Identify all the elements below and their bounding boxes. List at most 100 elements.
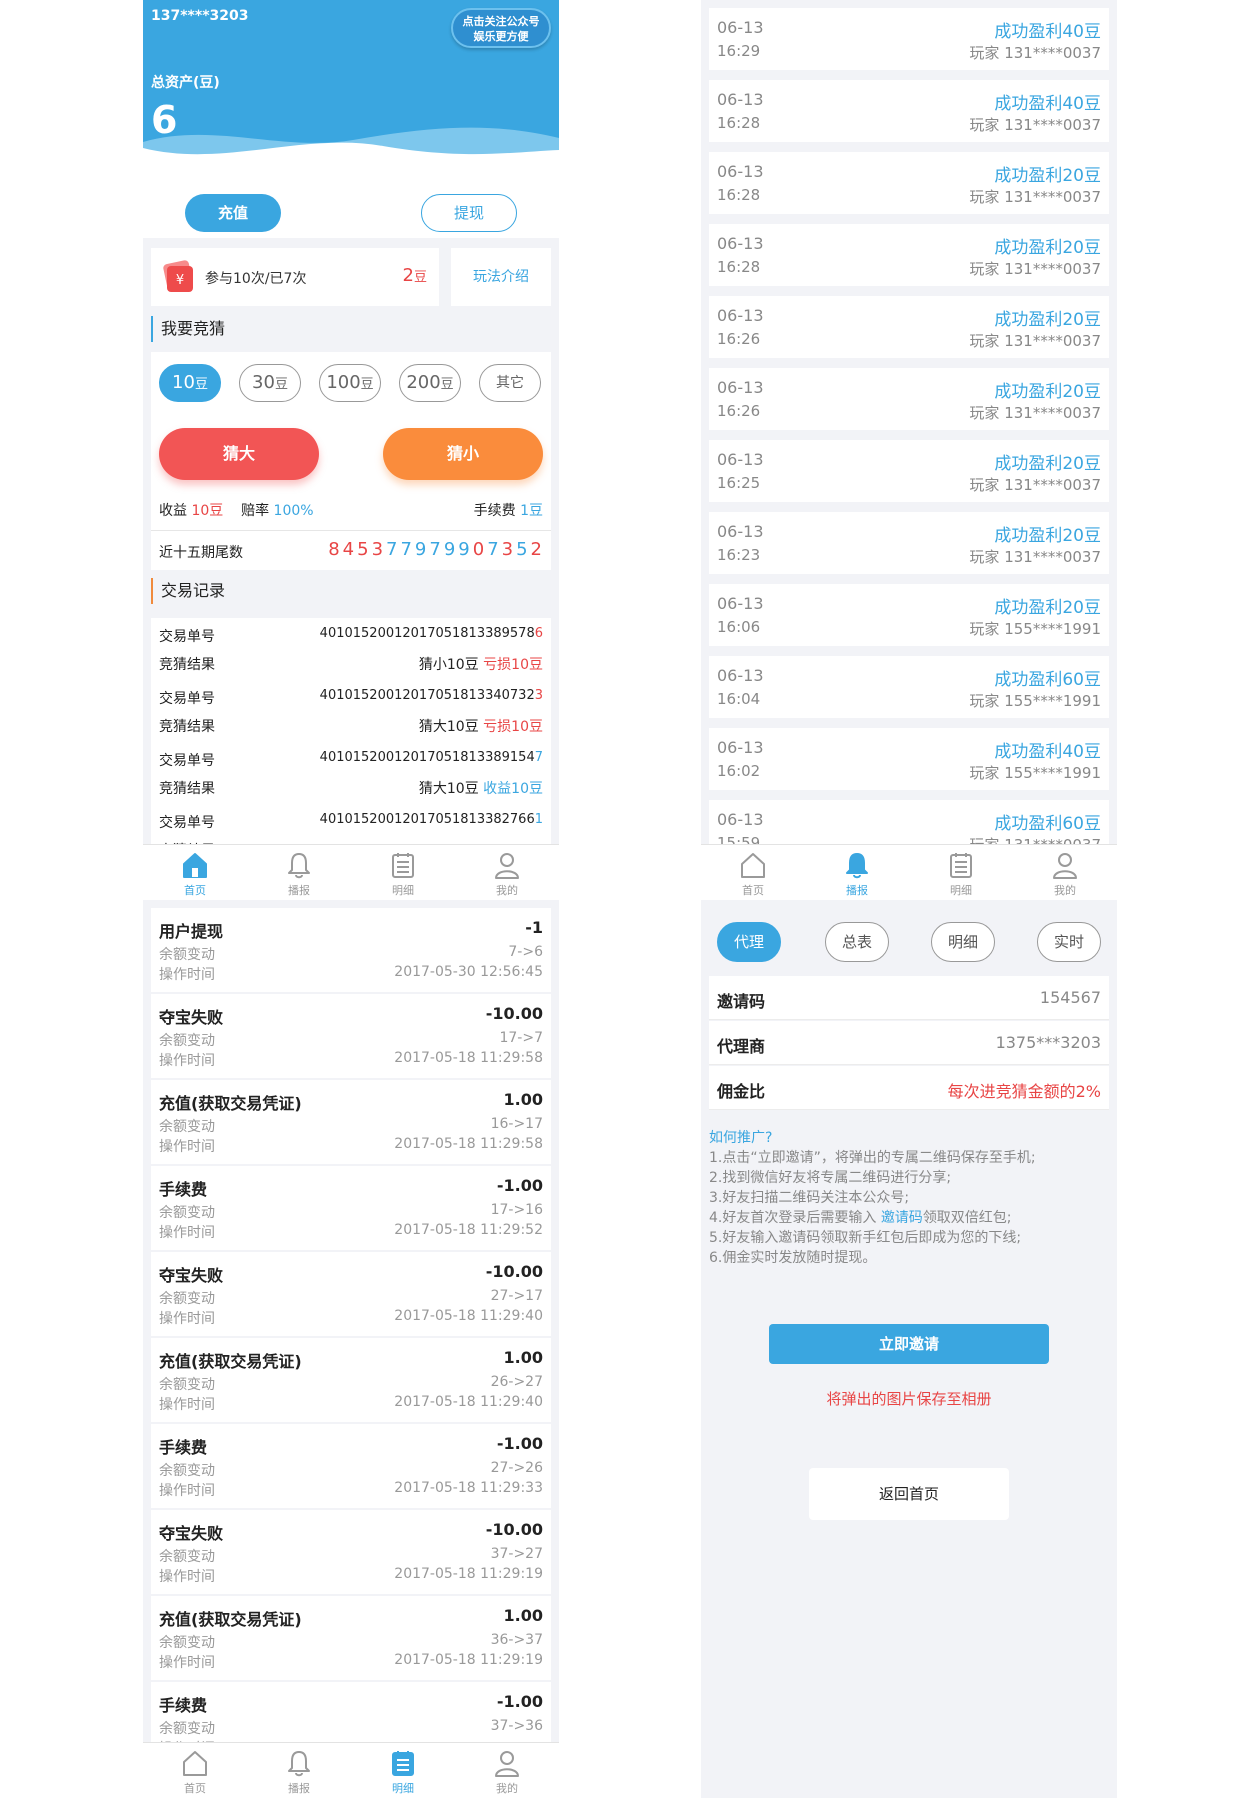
broadcast-date: 06-13 (717, 306, 764, 325)
withdraw-button[interactable]: 提现 (421, 194, 517, 232)
rules-link[interactable]: 玩法介绍 (451, 248, 551, 306)
home-screen: 137****3203 点击关注公众号 娱乐更方便 总资产(豆) 6 充值 提现… (143, 0, 559, 900)
guess-small-button[interactable]: 猜小 (383, 428, 543, 480)
list-icon (950, 853, 972, 878)
total-asset-value: 6 (151, 98, 178, 142)
record-time-label: 操作时间 (159, 1569, 215, 1585)
tab-summary[interactable]: 总表 (825, 922, 889, 962)
nav-item-home[interactable]: 首页 (143, 845, 247, 900)
record-time: 2017-05-30 12:56:45 (394, 964, 543, 980)
nav-item-user[interactable]: 我的 (1013, 845, 1117, 900)
nav-item-list[interactable]: 明细 (351, 1743, 455, 1798)
invite-now-button[interactable]: 立即邀请 (769, 1324, 1049, 1364)
fee-info: 手续费 1豆 (473, 503, 543, 519)
record-time-label: 操作时间 (159, 1225, 215, 1241)
detail-record: 夺宝失败 -10.00 余额变动 17->7 操作时间 2017-05-18 11:29:… (151, 994, 551, 1078)
broadcast-win: 成功盈利20豆 (994, 526, 1101, 546)
tail-digit: 7 (400, 539, 415, 560)
nav-item-list[interactable]: 明细 (909, 845, 1013, 900)
trade-order-last: 7 (534, 750, 543, 765)
nav-label: 明细 (392, 1782, 414, 1795)
broadcast-time: 16:25 (717, 474, 761, 492)
nav-item-user[interactable]: 我的 (455, 1743, 559, 1798)
bet-panel: 10豆 30豆 100豆 200豆 其它 猜大 猜小 收益 10豆 赔率 100… (151, 352, 551, 530)
trade-card: 交易单号 401015200120170518133895786 竞猜结果 猜小10豆… (151, 618, 551, 682)
record-time-label: 操作时间 (159, 1053, 215, 1069)
broadcast-date: 06-13 (717, 90, 764, 109)
broadcast-win: 成功盈利20豆 (994, 382, 1101, 402)
nav-item-bell[interactable]: 播报 (247, 845, 351, 900)
record-change: 37->27 (490, 1546, 543, 1562)
guess-big-button[interactable]: 猜大 (159, 428, 319, 480)
howto-step: 4.好友首次登录后需要输入 邀请码领取双倍红包; (709, 1210, 1012, 1226)
chip-30[interactable]: 30豆 (239, 364, 301, 402)
trade-card: 交易单号 401015200120170518133891547 竞猜结果 猜大10豆… (151, 742, 551, 806)
howto-title: 如何推广? (709, 1130, 773, 1146)
record-amount: -10.00 (485, 1262, 543, 1281)
bottom-nav: 首页 播报 明细 我的 (143, 844, 559, 900)
back-home-button[interactable]: 返回首页 (809, 1468, 1009, 1520)
broadcast-time: 16:28 (717, 114, 761, 132)
record-title: 手续费 (159, 1180, 208, 1199)
participation-box: ¥ 参与10次/已7次 2豆 (151, 248, 439, 306)
nav-item-home[interactable]: 首页 (143, 1743, 247, 1798)
chip-100[interactable]: 100豆 (319, 364, 381, 402)
nav-label: 我的 (1054, 884, 1076, 897)
detail-record: 手续费 -1.00 余额变动 27->26 操作时间 2017-05-18 11:29:3… (151, 1424, 551, 1508)
agent-screen: 代理 总表 明细 实时 邀请码 154567 代理商 1375***3203 佣… (701, 900, 1117, 1798)
nav-item-user[interactable]: 我的 (455, 845, 559, 900)
odds-label: 赔率 (241, 503, 270, 519)
broadcast-player: 玩家 155****1991 (969, 692, 1101, 710)
broadcast-player: 玩家 131****0037 (969, 548, 1101, 566)
record-time: 2017-05-18 11:29:19 (394, 1652, 543, 1668)
income-label: 收益 (159, 503, 187, 519)
nav-label: 我的 (496, 1782, 518, 1795)
tab-detail[interactable]: 明细 (931, 922, 995, 962)
trade-order-main: 40101520012017051813389578 (319, 626, 535, 641)
nav-item-bell[interactable]: 播报 (247, 1743, 351, 1798)
chip-selector: 10豆 30豆 100豆 200豆 其它 (157, 358, 547, 402)
save-hint: 将弹出的图片保存至相册 (826, 1390, 992, 1408)
tab-agent[interactable]: 代理 (717, 922, 781, 962)
trade-result-label: 竞猜结果 (159, 781, 215, 797)
trade-result: 猜大10豆 亏损10豆 (419, 716, 543, 736)
record-amount: 1.00 (503, 1348, 543, 1367)
broadcast-player: 玩家 131****0037 (969, 260, 1101, 278)
user-icon (495, 853, 519, 879)
nav-label: 播报 (846, 884, 868, 897)
tab-realtime[interactable]: 实时 (1037, 922, 1101, 962)
chip-200[interactable]: 200豆 (399, 364, 461, 402)
broadcast-win: 成功盈利60豆 (994, 814, 1101, 834)
tail-digit: 9 (414, 539, 430, 560)
tail-digit: 9 (443, 539, 459, 560)
record-time: 2017-05-18 11:29:58 (394, 1136, 543, 1152)
record-amount: -10.00 (485, 1004, 543, 1023)
record-amount: -1.00 (496, 1434, 543, 1453)
record-amount: -1 (525, 918, 543, 937)
tail-digit: 7 (487, 539, 502, 560)
record-amount: -1.00 (496, 1692, 543, 1711)
recharge-button[interactable]: 充值 (185, 194, 281, 232)
broadcast-date: 06-13 (717, 378, 764, 397)
nav-item-list[interactable]: 明细 (351, 845, 455, 900)
trade-guess: 猜小10豆 (418, 657, 479, 673)
detail-screen: 用户提现 -1 余额变动 7->6 操作时间 2017-05-30 12:56:45 夺宝失… (143, 900, 559, 1798)
chip-other[interactable]: 其它 (479, 364, 541, 402)
bottom-nav: 首页 播报 明细 我的 (701, 844, 1117, 900)
broadcast-item: 06-13 16:28 成功盈利20豆 玩家 131****0037 (709, 152, 1109, 214)
follow-account-button[interactable]: 点击关注公众号 娱乐更方便 (451, 8, 551, 48)
tail-digits-row: 近十五期尾数 845377979907352 (151, 530, 551, 570)
tail-digit: 7 (386, 539, 401, 560)
nav-item-home[interactable]: 首页 (701, 845, 805, 900)
broadcast-time: 16:28 (717, 186, 761, 204)
list-icon (392, 1751, 414, 1776)
action-row: 充值 提现 (143, 172, 559, 238)
bell-icon (288, 853, 310, 879)
broadcast-time: 16:26 (717, 330, 761, 348)
record-change: 7->6 (508, 944, 543, 960)
chip-10[interactable]: 10豆 (159, 364, 221, 402)
nav-item-bell[interactable]: 播报 (805, 845, 909, 900)
nav-label: 首页 (184, 1782, 206, 1795)
broadcast-time: 16:26 (717, 402, 761, 420)
record-time-label: 操作时间 (159, 1311, 215, 1327)
